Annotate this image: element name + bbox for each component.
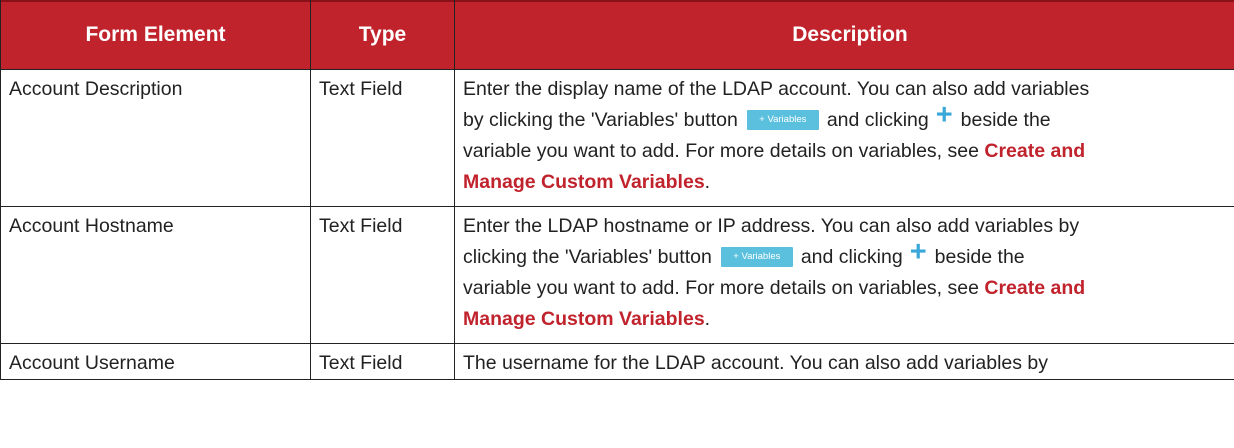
header-form-element: Form Element (0, 0, 311, 70)
create-manage-variables-link[interactable]: Create and (984, 277, 1085, 299)
description-text: variable you want to add. For more detai… (463, 140, 985, 162)
description-text: by clicking the 'Variables' button (463, 109, 738, 131)
table-row: Account Description Text Field Enter the… (0, 69, 1234, 207)
description-text: beside the (960, 109, 1051, 131)
description-line: The username for the LDAP account. You c… (463, 352, 1049, 374)
description-line: variable you want to add. For more detai… (463, 273, 1234, 304)
description-line: clicking the 'Variables' button + Variabl… (463, 236, 1234, 273)
table-row: Account Hostname Text Field Enter the LD… (0, 206, 1234, 344)
description-line: Manage Custom Variables. (463, 304, 1234, 335)
cell-type: Text Field (310, 69, 455, 207)
description-line: Manage Custom Variables. (463, 167, 1234, 198)
description-text: . (704, 308, 711, 330)
header-type: Type (310, 0, 455, 70)
create-manage-variables-link[interactable]: Manage Custom Variables (463, 171, 705, 193)
description-line: Enter the display name of the LDAP accou… (463, 78, 1090, 100)
description-text: beside the (934, 246, 1025, 268)
description-line: Enter the LDAP hostname or IP address. Y… (463, 215, 1080, 237)
plus-icon: + (909, 236, 927, 268)
create-manage-variables-link[interactable]: Create and (984, 140, 1085, 162)
description-text: variable you want to add. For more detai… (463, 277, 985, 299)
description-text: and clicking (800, 246, 903, 268)
variables-button: + Variables (746, 110, 819, 130)
form-elements-table: Form Element Type Description Account De… (0, 0, 1234, 380)
cell-type: Text Field (310, 206, 455, 344)
cell-description: Enter the display name of the LDAP accou… (454, 69, 1234, 207)
description-text: clicking the 'Variables' button (463, 246, 712, 268)
variables-button: + Variables (720, 247, 793, 267)
table-row: Account Username Text Field The username… (0, 343, 1234, 380)
description-text: and clicking (826, 109, 929, 131)
cell-element: Account Hostname (0, 206, 311, 344)
table-header-row: Form Element Type Description (0, 0, 1234, 70)
cell-type: Text Field (310, 343, 455, 380)
cell-description: Enter the LDAP hostname or IP address. Y… (454, 206, 1234, 344)
header-description: Description (454, 0, 1234, 70)
plus-icon: + (935, 99, 953, 131)
create-manage-variables-link[interactable]: Manage Custom Variables (463, 308, 705, 330)
description-line: variable you want to add. For more detai… (463, 136, 1234, 167)
description-line: by clicking the 'Variables' button + Vari… (463, 99, 1234, 136)
description-text: . (704, 171, 711, 193)
cell-description: The username for the LDAP account. You c… (454, 343, 1234, 380)
cell-element: Account Description (0, 69, 311, 207)
cell-element: Account Username (0, 343, 311, 380)
